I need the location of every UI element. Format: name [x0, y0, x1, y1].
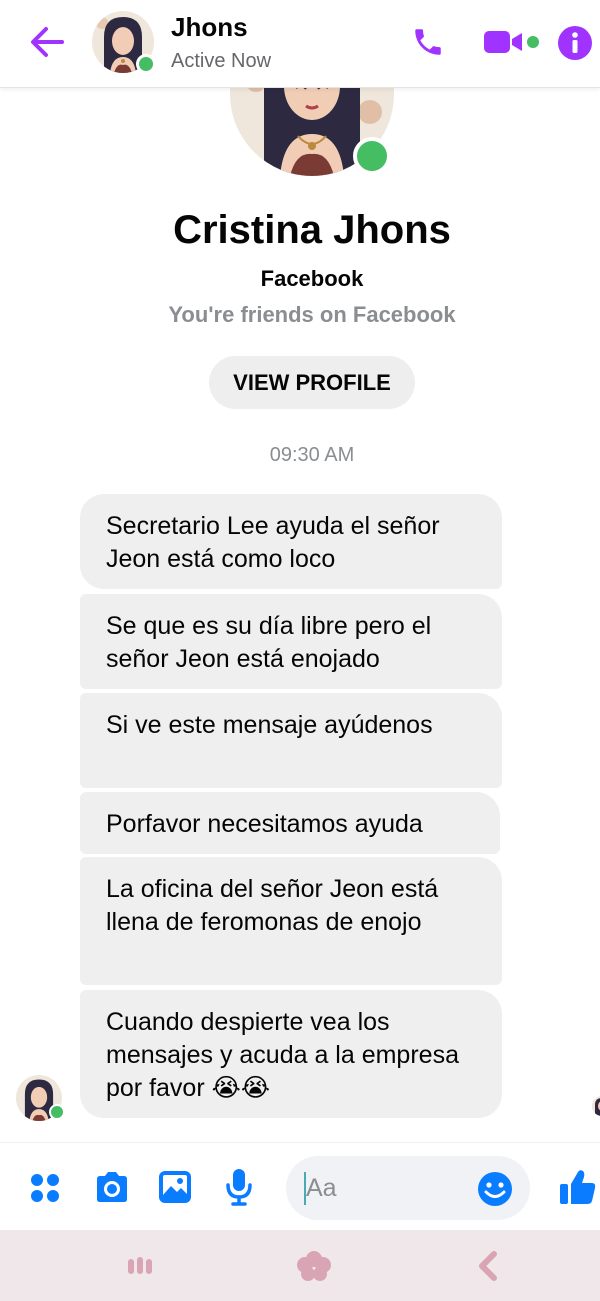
- gallery-button[interactable]: [157, 1169, 193, 1205]
- arrow-left-icon: [31, 27, 64, 57]
- phone-icon: [415, 29, 441, 55]
- back-button[interactable]: [24, 20, 68, 64]
- chat-header: Jhons Active Now: [0, 0, 600, 88]
- emoji-button[interactable]: [476, 1170, 514, 1208]
- message-timestamp: 09:30 AM: [269, 444, 355, 466]
- camera-icon: [97, 1172, 127, 1202]
- home-button[interactable]: [294, 1248, 334, 1284]
- home-flower-icon: [297, 1251, 331, 1281]
- smiley-icon: [478, 1172, 512, 1206]
- view-profile-button[interactable]: VIEW PROFILE: [209, 356, 415, 409]
- profile-name: Cristina Jhons: [173, 208, 451, 252]
- conversation-info-button[interactable]: [556, 24, 594, 62]
- video-call-button[interactable]: [482, 26, 542, 58]
- online-indicator: [49, 1104, 65, 1120]
- message-field[interactable]: [286, 1156, 530, 1220]
- video-camera-icon: [484, 31, 539, 53]
- message-input[interactable]: [306, 1171, 466, 1205]
- message-text: Cuando despierte vea los mensajes y acud…: [106, 1008, 459, 1102]
- message-text: La oficina del señor Jeon está llena de …: [106, 875, 439, 936]
- camera-button[interactable]: [92, 1169, 132, 1205]
- profile-online-indicator: [353, 137, 391, 175]
- voice-call-button[interactable]: [408, 22, 448, 62]
- online-indicator: [136, 54, 156, 74]
- voice-message-button[interactable]: [222, 1167, 256, 1207]
- message-bubble[interactable]: Secretario Lee ayuda el señor Jeon está …: [80, 494, 502, 589]
- system-back-button[interactable]: [468, 1248, 508, 1284]
- message-bubble[interactable]: Se que es su día libre pero el señor Jeo…: [80, 594, 502, 689]
- message-composer: [0, 1142, 600, 1230]
- thumbs-up-icon: [560, 1170, 596, 1204]
- recent-apps-icon: [128, 1257, 152, 1274]
- contact-name[interactable]: Jhons: [171, 12, 248, 43]
- chevron-left-icon: [479, 1251, 497, 1281]
- profile-platform: Facebook: [260, 266, 364, 291]
- message-text: Secretario Lee ayuda el señor Jeon está …: [106, 512, 440, 573]
- recent-apps-button[interactable]: [120, 1248, 160, 1284]
- active-status: Active Now: [171, 50, 272, 72]
- info-icon: [558, 26, 592, 60]
- microphone-icon: [226, 1169, 252, 1206]
- message-text: Si ve este mensaje ayúdenos: [106, 711, 433, 739]
- four-dots-icon: [31, 1174, 59, 1202]
- system-navigation-bar: [0, 1230, 600, 1301]
- sender-avatar[interactable]: [16, 1075, 65, 1121]
- message-text: Porfavor necesitamos ayuda: [106, 810, 423, 838]
- friendship-status: You're friends on Facebook: [168, 302, 456, 327]
- read-receipt-avatar: [592, 1096, 600, 1116]
- message-bubble[interactable]: Porfavor necesitamos ayuda: [80, 792, 500, 854]
- message-bubble[interactable]: La oficina del señor Jeon está llena de …: [80, 857, 502, 985]
- like-button[interactable]: [558, 1167, 598, 1207]
- more-actions-button[interactable]: [28, 1171, 62, 1205]
- message-bubble[interactable]: Si ve este mensaje ayúdenos: [80, 693, 502, 788]
- contact-avatar[interactable]: [92, 11, 156, 74]
- message-bubble[interactable]: Cuando despierte vea los mensajes y acud…: [80, 990, 502, 1118]
- message-text: Se que es su día libre pero el señor Jeo…: [106, 612, 432, 673]
- image-icon: [159, 1171, 191, 1203]
